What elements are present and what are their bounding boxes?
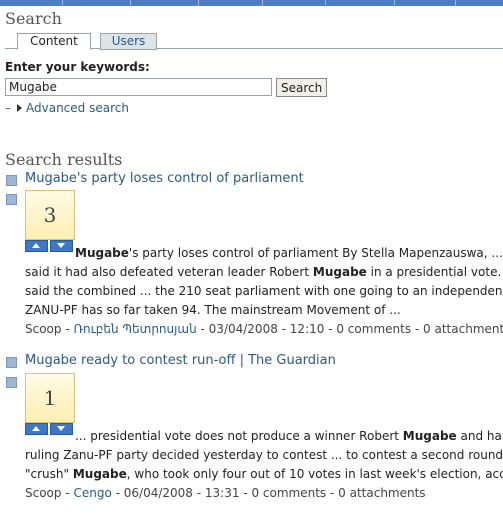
topbar-divider	[262, 0, 263, 6]
result-author-link[interactable]: Ռուբեն Պետրոսյան	[73, 322, 196, 336]
advanced-search-toggle[interactable]: – Advanced search	[5, 101, 129, 115]
result-author-link[interactable]: Cengo	[73, 486, 111, 500]
topbar-divider	[198, 0, 199, 6]
dash-icon: –	[5, 101, 11, 115]
result-meta: Scoop - Ռուբեն Պետրոսյան - 03/04/2008 - …	[25, 322, 503, 336]
arrow-down-icon[interactable]	[50, 240, 73, 252]
square-bullet-icon	[6, 377, 17, 388]
tab-content[interactable]: Content	[17, 33, 91, 50]
result-snippet-line: ZANU-PF has so far taken 94. The mainstr…	[25, 303, 401, 317]
arrow-down-icon[interactable]	[50, 423, 73, 435]
result-snippet-line: ... presidential vote does not produce a…	[75, 429, 503, 443]
topbar-divider	[130, 0, 131, 6]
square-bullet-icon	[6, 175, 17, 186]
page-title: Search	[5, 9, 62, 28]
result-snippet-line: said the combined ... the 210 seat parli…	[25, 284, 503, 298]
results-heading: Search results	[5, 150, 123, 169]
result-meta: Scoop - Cengo - 06/04/2008 - 13:31 - 0 c…	[25, 486, 426, 500]
result-snippet-line: Mugabe's party loses control of parliame…	[75, 246, 503, 260]
keywords-label: Enter your keywords:	[5, 60, 150, 74]
topbar-divider	[455, 0, 456, 6]
arrow-up-icon[interactable]	[25, 423, 48, 435]
square-bullet-icon	[6, 194, 17, 205]
topbar-divider	[62, 0, 63, 6]
vote-score: 3	[43, 203, 57, 227]
result-snippet-line: "crush" Mugabe, who took only four out o…	[25, 467, 503, 481]
tab-users[interactable]: Users	[100, 33, 157, 50]
topbar-divider	[325, 0, 326, 6]
search-input[interactable]	[5, 78, 272, 96]
result-snippet-line: said it had also defeated veteran leader…	[25, 265, 503, 279]
top-navigation-bar	[0, 0, 503, 6]
advanced-search-link[interactable]: Advanced search	[26, 101, 129, 115]
result-title-link[interactable]: Mugabe's party loses control of parliame…	[25, 171, 304, 186]
triangle-right-icon	[17, 104, 22, 112]
result-title-link[interactable]: Mugabe ready to contest run-off | The Gu…	[25, 353, 336, 368]
vote-widget: 3	[25, 190, 75, 240]
arrow-up-icon[interactable]	[25, 240, 48, 252]
search-button[interactable]: Search	[276, 78, 328, 97]
square-bullet-icon	[6, 357, 17, 368]
topbar-divider	[394, 0, 395, 6]
vote-widget: 1	[25, 373, 75, 423]
vote-score: 1	[43, 386, 57, 410]
result-snippet-line: ruling Zanu-PF party decided yesterday t…	[25, 448, 503, 462]
